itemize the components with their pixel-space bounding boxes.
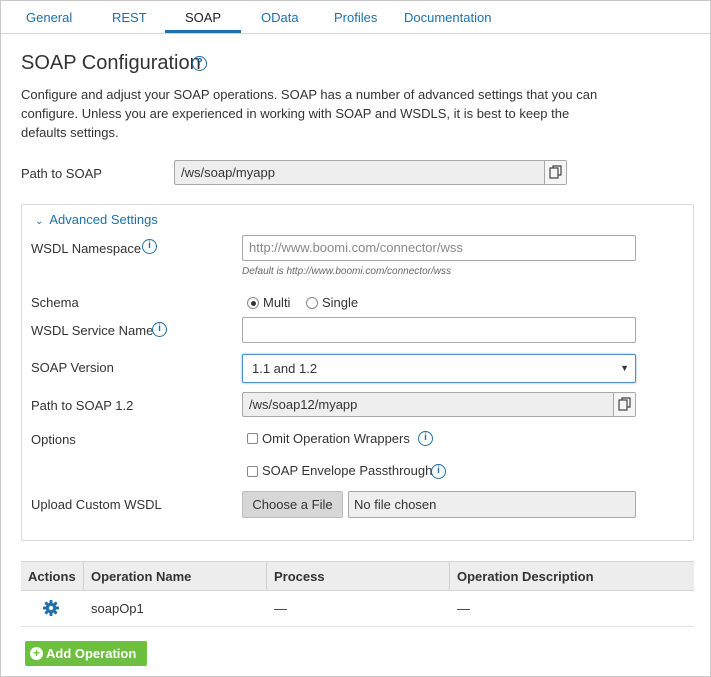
info-icon[interactable]: i bbox=[418, 431, 433, 446]
path-to-soap-label: Path to SOAP bbox=[21, 166, 102, 181]
copy-icon[interactable] bbox=[544, 161, 566, 184]
advanced-settings-toggle[interactable]: ⌄ Advanced Settings bbox=[35, 212, 158, 227]
wsdl-service-name-label: WSDL Service Name bbox=[31, 323, 154, 338]
tab-rest[interactable]: REST bbox=[112, 1, 147, 33]
upload-wsdl-label: Upload Custom WSDL bbox=[31, 497, 162, 512]
operation-name-cell: soapOp1 bbox=[91, 601, 144, 616]
plus-icon: + bbox=[30, 647, 43, 660]
soap-configuration-panel: General REST SOAP OData Profiles Documen… bbox=[0, 0, 711, 677]
path-to-soap12-value: /ws/soap12/myapp bbox=[249, 397, 358, 412]
path-to-soap-field[interactable]: /ws/soap/myapp bbox=[174, 160, 567, 185]
file-name-display: No file chosen bbox=[348, 491, 636, 518]
description-cell: — bbox=[457, 601, 470, 616]
tab-profiles[interactable]: Profiles bbox=[334, 1, 377, 33]
wsdl-namespace-hint: Default is http://www.boomi.com/connecto… bbox=[242, 266, 451, 277]
choose-file-button[interactable]: Choose a File bbox=[242, 491, 343, 518]
header-operation-description: Operation Description bbox=[457, 569, 594, 584]
table-row: soapOp1 — — bbox=[21, 591, 694, 627]
wsdl-namespace-input[interactable]: http://www.boomi.com/connector/wss bbox=[242, 235, 636, 261]
header-process: Process bbox=[274, 569, 325, 584]
tab-general[interactable]: General bbox=[26, 1, 72, 33]
soap-version-value: 1.1 and 1.2 bbox=[252, 361, 318, 376]
header-actions: Actions bbox=[28, 569, 76, 584]
operations-table-header: Actions Operation Name Process Operation… bbox=[21, 561, 694, 591]
header-operation-name: Operation Name bbox=[91, 569, 192, 584]
tab-odata[interactable]: OData bbox=[261, 1, 299, 33]
wsdl-service-name-input[interactable] bbox=[242, 317, 636, 343]
add-operation-button[interactable]: + Add Operation bbox=[25, 641, 147, 666]
info-icon[interactable]: i bbox=[142, 239, 157, 254]
copy-icon[interactable] bbox=[613, 393, 635, 416]
wsdl-namespace-placeholder: http://www.boomi.com/connector/wss bbox=[249, 240, 463, 255]
info-icon[interactable]: i bbox=[152, 322, 167, 337]
path-to-soap12-field[interactable]: /ws/soap12/myapp bbox=[242, 392, 636, 417]
tab-bar: General REST SOAP OData Profiles Documen… bbox=[1, 1, 710, 34]
path-to-soap12-label: Path to SOAP 1.2 bbox=[31, 398, 134, 413]
gear-icon[interactable] bbox=[42, 599, 60, 617]
dropdown-arrow-icon: ▼ bbox=[620, 363, 629, 373]
wsdl-namespace-label: WSDL Namespace bbox=[31, 241, 142, 256]
info-icon[interactable]: i bbox=[431, 464, 446, 479]
path-to-soap-value: /ws/soap/myapp bbox=[181, 165, 275, 180]
help-icon[interactable]: ? bbox=[192, 56, 207, 71]
add-operation-label: Add Operation bbox=[46, 646, 137, 661]
schema-single-label: Single bbox=[322, 295, 359, 310]
column-divider bbox=[266, 562, 267, 590]
omit-operation-wrappers-checkbox[interactable] bbox=[247, 433, 258, 444]
schema-single-radio[interactable] bbox=[306, 297, 318, 309]
soap-envelope-passthrough-label: SOAP Envelope Passthrough bbox=[262, 463, 433, 478]
soap-envelope-passthrough-checkbox[interactable] bbox=[247, 466, 258, 477]
page-description: Configure and adjust your SOAP operation… bbox=[21, 87, 598, 140]
options-label: Options bbox=[31, 432, 76, 447]
advanced-settings-title: Advanced Settings bbox=[49, 212, 158, 227]
schema-label: Schema bbox=[31, 295, 79, 310]
soap-version-label: SOAP Version bbox=[31, 360, 114, 375]
tab-soap[interactable]: SOAP bbox=[165, 1, 241, 33]
page-title: SOAP Configuration bbox=[21, 52, 201, 74]
column-divider bbox=[449, 562, 450, 590]
tab-documentation[interactable]: Documentation bbox=[404, 1, 491, 33]
schema-multi-radio[interactable] bbox=[247, 297, 259, 309]
soap-version-select[interactable]: 1.1 and 1.2 ▼ bbox=[242, 354, 636, 383]
chevron-down-icon: ⌄ bbox=[35, 216, 44, 227]
column-divider bbox=[83, 562, 84, 590]
process-cell: — bbox=[274, 601, 287, 616]
schema-multi-label: Multi bbox=[263, 295, 291, 310]
omit-operation-wrappers-label: Omit Operation Wrappers bbox=[262, 431, 410, 446]
